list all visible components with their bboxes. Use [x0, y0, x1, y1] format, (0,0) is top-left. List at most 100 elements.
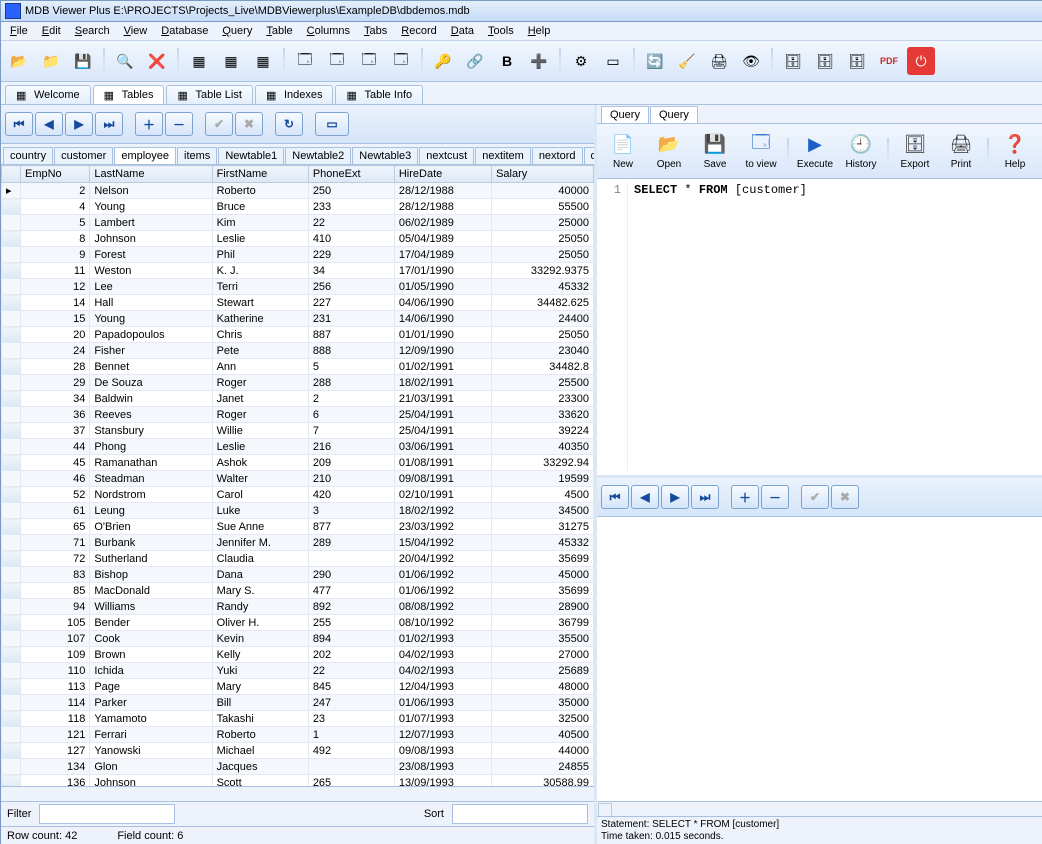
table-row[interactable]: 44PhongLeslie21603/06/199140350: [2, 439, 594, 455]
nav-tab-tables[interactable]: ▦Tables: [93, 85, 165, 104]
emp-col-firstname[interactable]: FirstName: [212, 166, 308, 183]
emp-col-salary[interactable]: Salary: [492, 166, 594, 183]
column-add-icon[interactable]: ▦: [185, 47, 213, 75]
table-row[interactable]: 105BenderOliver H.25508/10/199236799: [2, 615, 594, 631]
table-tab-customer[interactable]: customer: [54, 147, 113, 164]
open-db-icon[interactable]: 📁: [37, 47, 65, 75]
relation-icon[interactable]: 🔗: [461, 47, 489, 75]
menu-edit[interactable]: Edit: [35, 23, 68, 39]
table-row[interactable]: 134GlonJacques23/08/199324855: [2, 759, 594, 775]
result-cancel-button[interactable]: ✖: [831, 485, 859, 509]
menu-view[interactable]: View: [117, 23, 155, 39]
key-icon[interactable]: 🔑: [429, 47, 457, 75]
table-tab-items[interactable]: items: [177, 147, 217, 164]
table-row[interactable]: 61LeungLuke318/02/199234500: [2, 503, 594, 519]
column-edit-icon[interactable]: ▦: [249, 47, 277, 75]
clear-icon[interactable]: ❌: [143, 47, 171, 75]
menu-table[interactable]: Table: [259, 23, 299, 39]
filter-input[interactable]: [39, 804, 175, 824]
export-icon[interactable]: 🗄: [779, 47, 807, 75]
column-remove-icon[interactable]: ▦: [217, 47, 245, 75]
emp-col-lastname[interactable]: LastName: [90, 166, 212, 183]
table-tab-nextcust[interactable]: nextcust: [419, 147, 474, 164]
pdf-icon[interactable]: PDF: [875, 47, 903, 75]
commit-button[interactable]: ✔: [205, 112, 233, 136]
result-commit-button[interactable]: ✔: [801, 485, 829, 509]
table-edit-icon[interactable]: 🗔: [323, 47, 351, 75]
table-tab-newtable1[interactable]: Newtable1: [218, 147, 284, 164]
table-row[interactable]: 110IchidaYuki2204/02/199325689: [2, 663, 594, 679]
table-row[interactable]: ▸2NelsonRoberto25028/12/198840000: [2, 183, 594, 199]
menu-help[interactable]: Help: [521, 23, 558, 39]
result-add-button[interactable]: ＋: [731, 485, 759, 509]
customer-grid[interactable]: [597, 517, 1042, 801]
prev-record-button[interactable]: ◀: [35, 112, 63, 136]
table-row[interactable]: 113PageMary84512/04/199348000: [2, 679, 594, 695]
print-button[interactable]: 🖨Print: [939, 127, 983, 175]
menubar[interactable]: FileEditSearchViewDatabaseQueryTableColu…: [1, 22, 1042, 41]
preview-icon[interactable]: 👁: [737, 47, 765, 75]
toview-button[interactable]: 🗔to view: [739, 127, 783, 175]
sql-code[interactable]: SELECT * FROM [customer]: [628, 183, 1039, 471]
filter-icon[interactable]: 🧹: [673, 47, 701, 75]
query-tab-1[interactable]: Query: [650, 106, 698, 123]
query-tab-0[interactable]: Query: [601, 106, 649, 123]
open-button[interactable]: 📂Open: [647, 127, 691, 175]
table-row[interactable]: 107CookKevin89401/02/199335500: [2, 631, 594, 647]
export-button[interactable]: 🗄Export: [893, 127, 937, 175]
table-tab-orders[interactable]: orders: [584, 147, 594, 164]
table-row[interactable]: 52NordstromCarol42002/10/19914500: [2, 487, 594, 503]
table-design-icon[interactable]: 🗔: [387, 47, 415, 75]
nav-tab-indexes[interactable]: ▦Indexes: [255, 85, 334, 104]
sql-icon[interactable]: ▭: [599, 47, 627, 75]
menu-data[interactable]: Data: [444, 23, 481, 39]
table-tab-newtable2[interactable]: Newtable2: [285, 147, 351, 164]
table-row[interactable]: 114ParkerBill24701/06/199335000: [2, 695, 594, 711]
table-tab-country[interactable]: country: [3, 147, 53, 164]
bold-icon[interactable]: B: [493, 47, 521, 75]
last-record-button[interactable]: ⏭: [95, 112, 123, 136]
menu-tools[interactable]: Tools: [481, 23, 521, 39]
emp-col-hiredate[interactable]: HireDate: [394, 166, 491, 183]
table-row[interactable]: 45RamanathanAshok20901/08/199133292.94: [2, 455, 594, 471]
sql-editor[interactable]: 1 SELECT * FROM [customer]: [597, 179, 1042, 475]
save-button[interactable]: 💾Save: [693, 127, 737, 175]
open-folder-icon[interactable]: 📂: [5, 47, 33, 75]
table-row[interactable]: 34BaldwinJanet221/03/199123300: [2, 391, 594, 407]
table-row[interactable]: 94WilliamsRandy89208/08/199228900: [2, 599, 594, 615]
export2-icon[interactable]: 🗄: [811, 47, 839, 75]
table-row[interactable]: 109BrownKelly20204/02/199327000: [2, 647, 594, 663]
menu-record[interactable]: Record: [394, 23, 443, 39]
table-row[interactable]: 118YamamotoTakashi2301/07/199332500: [2, 711, 594, 727]
table-row[interactable]: 127YanowskiMichael49209/08/199344000: [2, 743, 594, 759]
result-delete-button[interactable]: －: [761, 485, 789, 509]
new-button[interactable]: 📄New: [601, 127, 645, 175]
save-icon[interactable]: 💾: [69, 47, 97, 75]
first-record-button[interactable]: ⏮: [5, 112, 33, 136]
delete-record-button[interactable]: －: [165, 112, 193, 136]
table-row[interactable]: 121FerrariRoberto112/07/199340500: [2, 727, 594, 743]
table-row[interactable]: 4YoungBruce23328/12/198855500: [2, 199, 594, 215]
table-tab-employee[interactable]: employee: [114, 147, 176, 164]
table-new-icon[interactable]: 🗔: [291, 47, 319, 75]
table-row[interactable]: 14HallStewart22704/06/199034482.625: [2, 295, 594, 311]
table-row[interactable]: 37StansburyWillie725/04/199139224: [2, 423, 594, 439]
refresh-icon[interactable]: 🔄: [641, 47, 669, 75]
table-row[interactable]: 24FisherPete88812/09/199023040: [2, 343, 594, 359]
help-button[interactable]: ❓Help: [993, 127, 1037, 175]
table-row[interactable]: 28BennetAnn501/02/199134482.8: [2, 359, 594, 375]
table-row[interactable]: 83BishopDana29001/06/199245000: [2, 567, 594, 583]
cancel-button[interactable]: ✖: [235, 112, 263, 136]
table-tab-nextitem[interactable]: nextitem: [475, 147, 531, 164]
table-row[interactable]: 71BurbankJennifer M.28915/04/199245332: [2, 535, 594, 551]
refresh-button[interactable]: ↻: [275, 112, 303, 136]
table-row[interactable]: 36ReevesRoger625/04/199133620: [2, 407, 594, 423]
history-button[interactable]: 🕘History: [839, 127, 883, 175]
table-row[interactable]: 29De SouzaRoger28818/02/199125500: [2, 375, 594, 391]
result-first-button[interactable]: ⏮: [601, 485, 629, 509]
table-delete-icon[interactable]: 🗔: [355, 47, 383, 75]
table-row[interactable]: 15YoungKatherine23114/06/199024400: [2, 311, 594, 327]
emp-col-empno[interactable]: EmpNo: [21, 166, 90, 183]
form-view-button[interactable]: ▭: [315, 112, 349, 136]
table-row[interactable]: 46SteadmanWalter21009/08/199119599: [2, 471, 594, 487]
